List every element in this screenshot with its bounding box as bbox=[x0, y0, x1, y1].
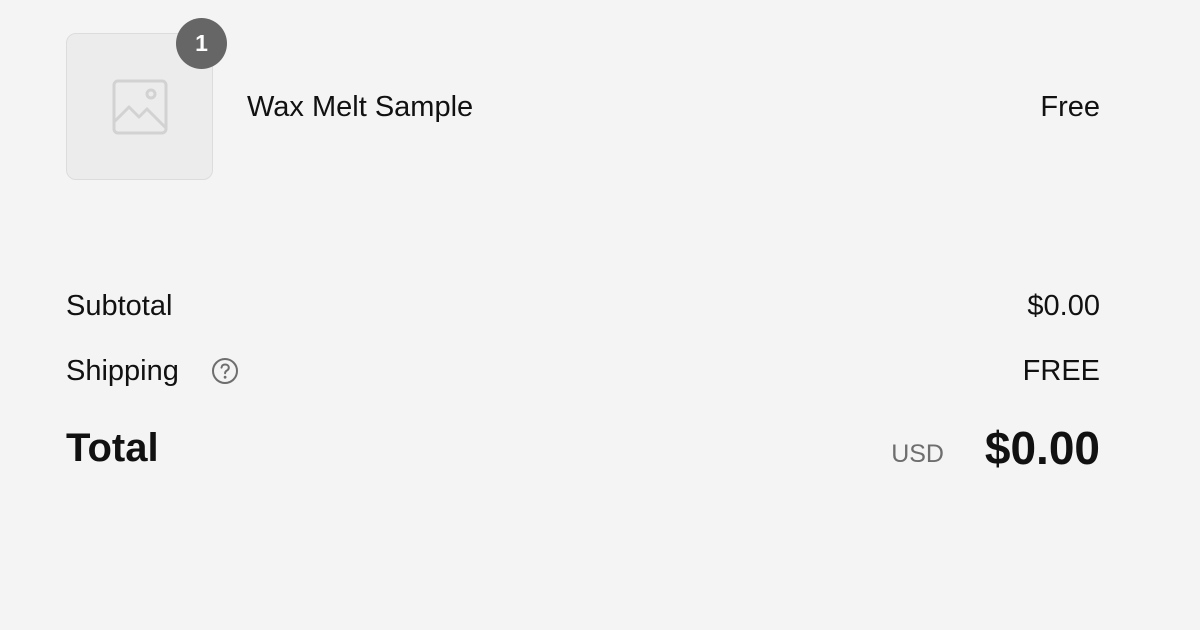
total-amount: $0.00 bbox=[984, 422, 1100, 474]
shipping-value: FREE bbox=[1022, 355, 1100, 387]
subtotal-label: Subtotal bbox=[66, 290, 173, 322]
subtotal-row: Subtotal $0.00 bbox=[66, 288, 1100, 324]
total-row: Total USD $0.00 bbox=[66, 420, 1100, 476]
image-placeholder-icon bbox=[112, 79, 168, 135]
total-label: Total bbox=[66, 426, 159, 470]
product-name: Wax Melt Sample bbox=[247, 91, 474, 123]
product-price: Free bbox=[1040, 91, 1100, 123]
order-summary: 1 Wax Melt Sample Free Subtotal $0.00 Sh… bbox=[0, 0, 1200, 630]
line-item: 1 Wax Melt Sample Free bbox=[66, 18, 1100, 182]
subtotal-value: $0.00 bbox=[1027, 290, 1100, 322]
question-circle-icon[interactable] bbox=[210, 356, 240, 386]
shipping-row: Shipping FREE bbox=[66, 353, 1100, 389]
shipping-label: Shipping bbox=[66, 355, 179, 387]
currency-code: USD bbox=[891, 440, 944, 468]
quantity-badge: 1 bbox=[176, 18, 227, 69]
